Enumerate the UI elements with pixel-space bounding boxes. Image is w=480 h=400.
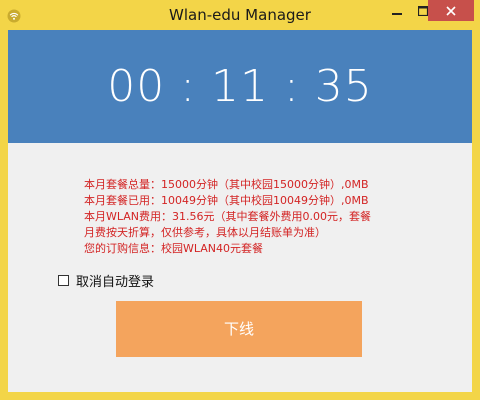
title-bar[interactable]: Wlan-edu Manager bbox=[0, 0, 480, 30]
close-button[interactable] bbox=[428, 0, 474, 21]
info-line: 您的订购信息：校园WLAN40元套餐 bbox=[84, 242, 264, 255]
timer-panel: 00 : 11 : 35 bbox=[8, 30, 472, 143]
app-window: Wlan-edu Manager 00 : 11 : 35 本月套餐总量：150… bbox=[0, 0, 480, 400]
info-line: 月费按天折算，仅供参考，具体以月结账单为准） bbox=[84, 226, 326, 239]
online-timer: 00 : 11 : 35 bbox=[107, 61, 373, 112]
info-line: 本月WLAN费用：31.56元（其中套餐外费用0.00元，套餐 bbox=[84, 210, 371, 223]
auto-login-checkbox[interactable] bbox=[58, 275, 69, 286]
usage-info: 本月套餐总量：15000分钟（其中校园15000分钟）,0MB 本月套餐已用：1… bbox=[84, 177, 404, 257]
info-line: 本月套餐总量：15000分钟（其中校园15000分钟）,0MB bbox=[84, 178, 369, 191]
logout-button[interactable]: 下线 bbox=[116, 301, 362, 357]
main-panel: 00 : 11 : 35 本月套餐总量：15000分钟（其中校园15000分钟）… bbox=[8, 30, 472, 392]
auto-login-option[interactable]: 取消自动登录 bbox=[58, 271, 154, 290]
auto-login-label[interactable]: 取消自动登录 bbox=[76, 271, 154, 290]
minimize-icon bbox=[392, 1, 402, 20]
minimize-button[interactable] bbox=[384, 0, 410, 21]
info-line: 本月套餐已用：10049分钟（其中校园10049分钟）,0MB bbox=[84, 194, 369, 207]
close-icon bbox=[446, 1, 456, 20]
maximize-icon bbox=[417, 1, 429, 20]
